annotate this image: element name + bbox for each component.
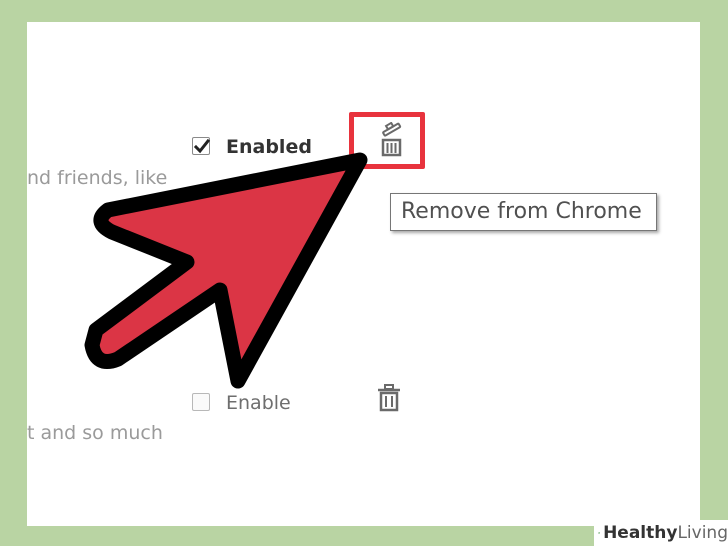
brand-watermark: HealthyLiving: [594, 520, 728, 546]
arrow-pointer-icon: [84, 152, 368, 389]
screenshot: { "colors": { "background": "#b9d4a3", "…: [0, 0, 728, 546]
plus-leaf-icon: [598, 532, 600, 534]
brand-name: HealthyLiving: [603, 523, 728, 543]
